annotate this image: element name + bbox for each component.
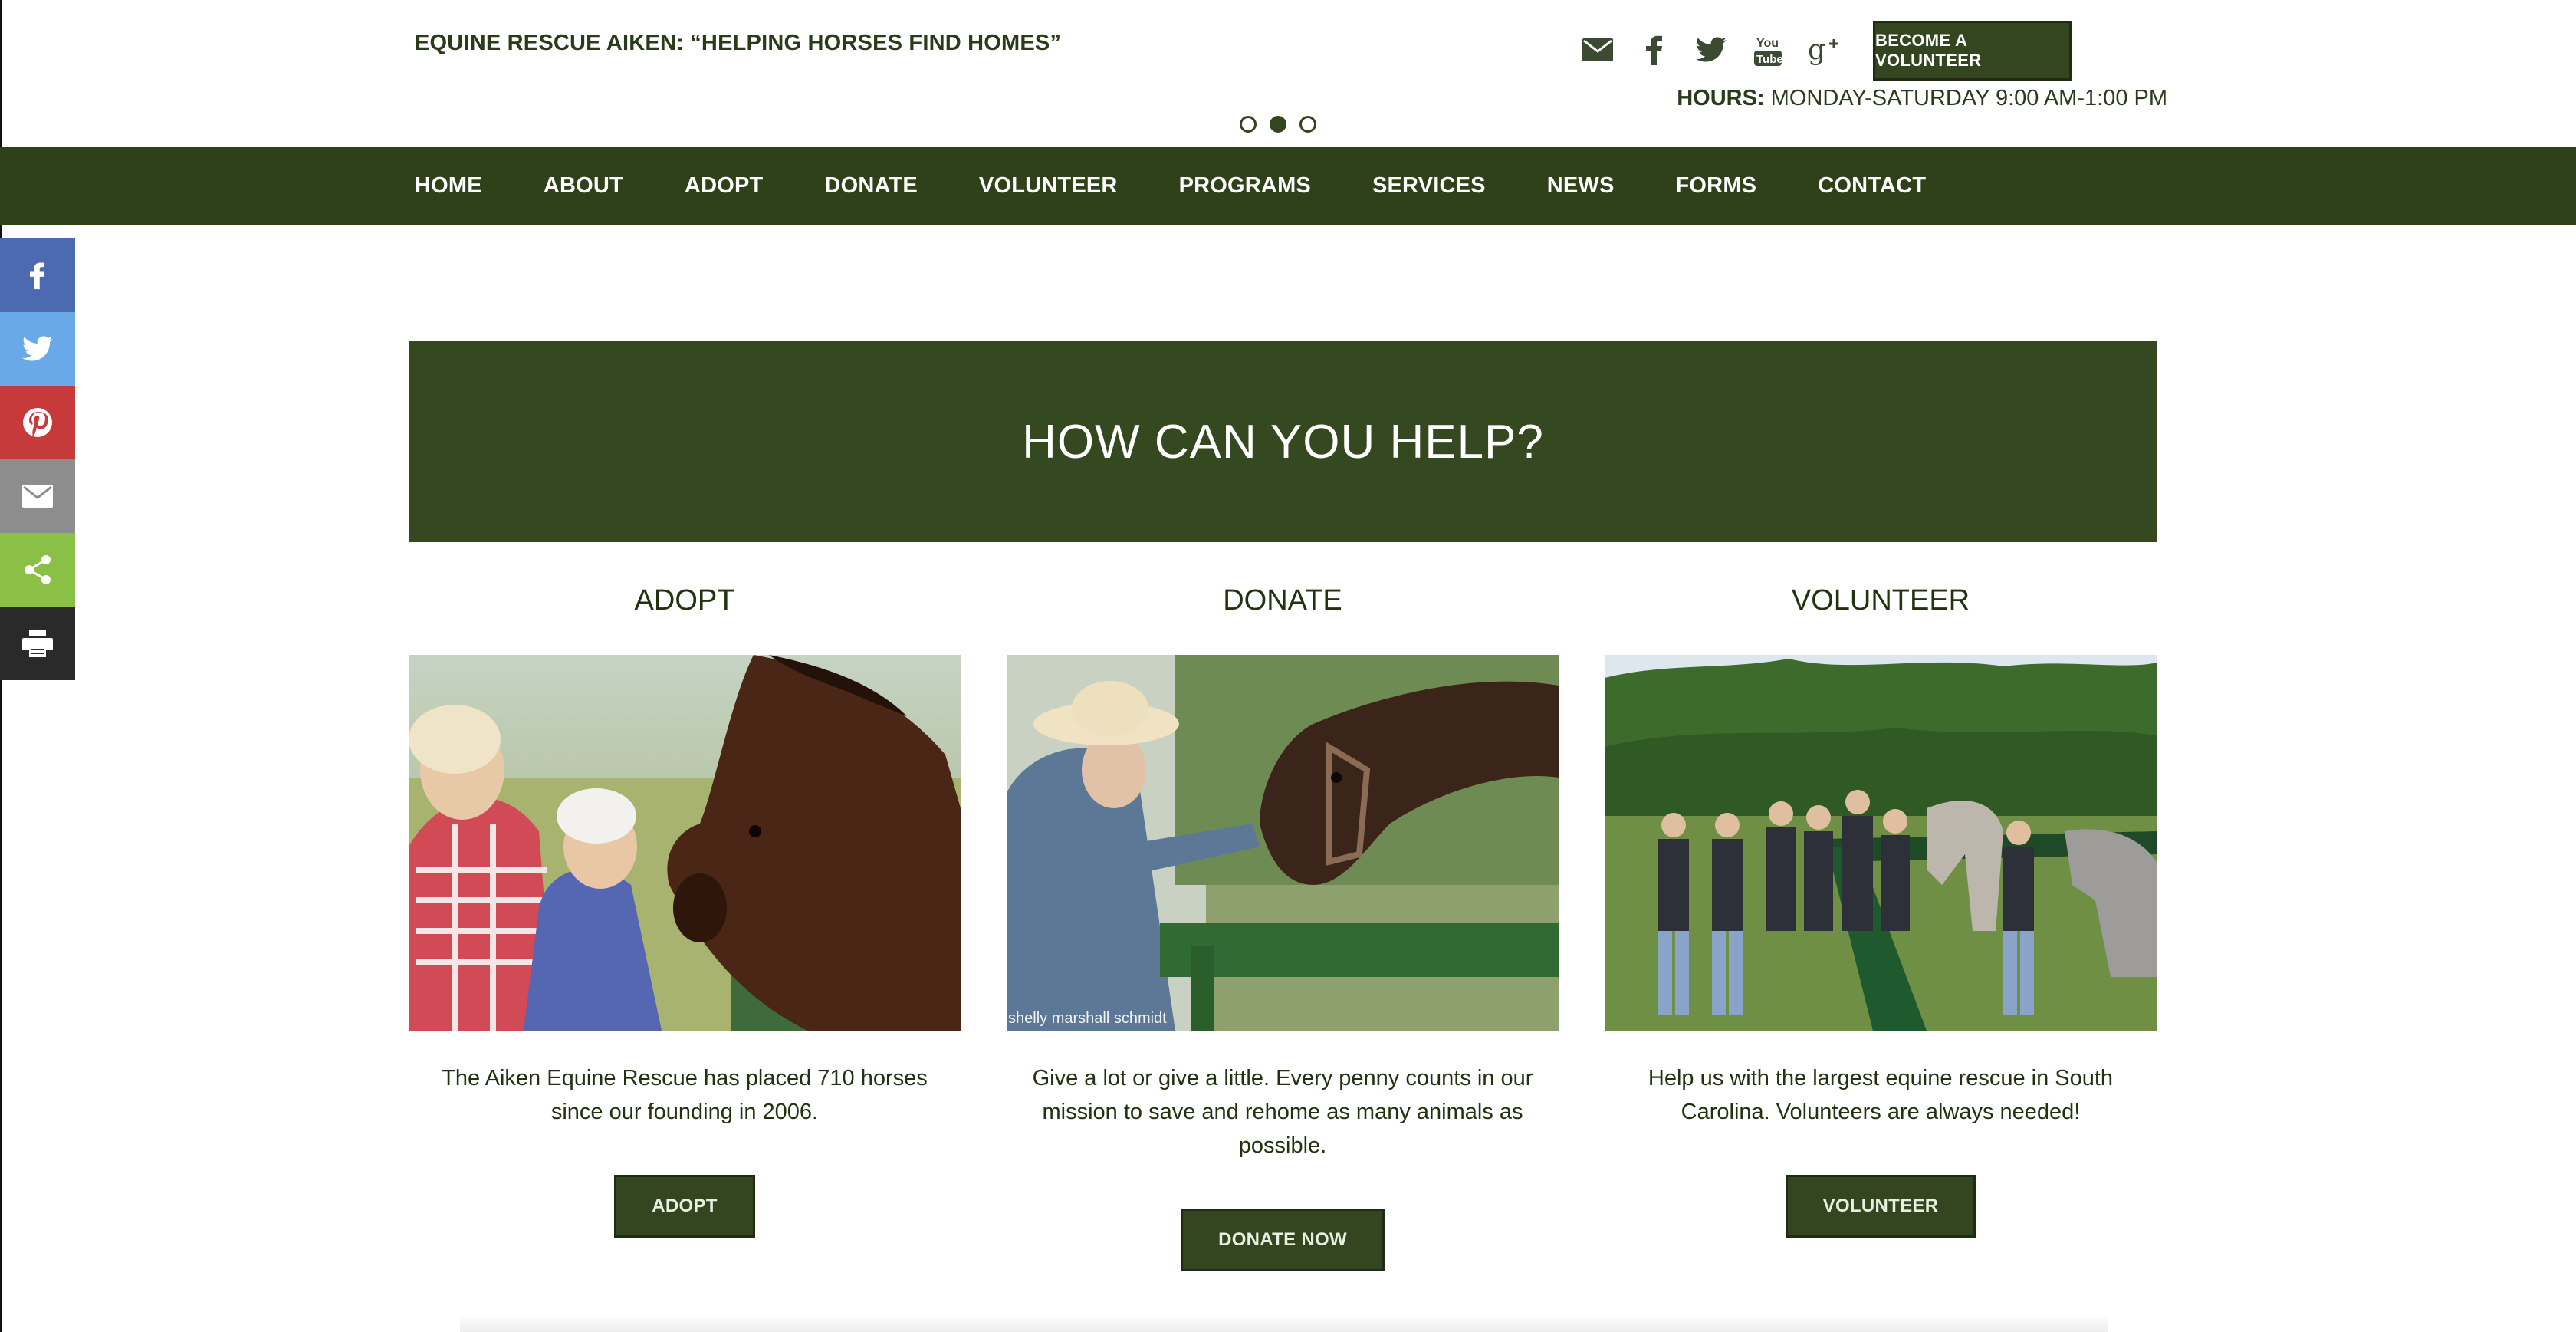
- facebook-icon: [30, 262, 45, 290]
- facebook-icon[interactable]: [1638, 33, 1671, 67]
- google-plus-icon[interactable]: g: [1808, 33, 1842, 67]
- nav-item-donate[interactable]: DONATE: [824, 173, 918, 199]
- header-social-links: You Tube g: [1581, 29, 1842, 71]
- youtube-icon[interactable]: You Tube: [1751, 33, 1785, 67]
- nav-item-forms[interactable]: FORMS: [1676, 173, 1757, 199]
- volunteer-column: VOLUNTEER Help us with the largest equin…: [1605, 575, 2157, 1238]
- nav-item-news[interactable]: NEWS: [1547, 173, 1615, 199]
- nav-item-home[interactable]: HOME: [415, 173, 482, 199]
- nav-item-about[interactable]: ABOUT: [544, 173, 623, 199]
- adopt-photo[interactable]: [409, 655, 961, 1031]
- hours-value: MONDAY-SATURDAY 9:00 AM-1:00 PM: [1770, 86, 2167, 110]
- slider-dot-2[interactable]: [1270, 116, 1286, 133]
- adopt-column: ADOPT The Aiken Equine Rescue has placed…: [409, 575, 961, 1238]
- share-pinterest-button[interactable]: [0, 386, 75, 459]
- share-generic-button[interactable]: [0, 533, 75, 607]
- hours-label: HOURS:: [1677, 86, 1765, 110]
- donate-column: DONATE shelly marshall schmidt Give a lo…: [1007, 575, 1559, 1271]
- volunteer-photo[interactable]: [1605, 655, 2157, 1031]
- hours-text: HOURS: MONDAY-SATURDAY 9:00 AM-1:00 PM: [1677, 86, 2167, 111]
- twitter-icon: [22, 336, 53, 361]
- adopt-text: The Aiken Equine Rescue has placed 710 h…: [442, 1066, 928, 1124]
- site-title[interactable]: EQUINE RESCUE AIKEN: “HELPING HORSES FIN…: [415, 31, 1061, 56]
- share-sidebar: [0, 238, 75, 680]
- banner-title: HOW CAN YOU HELP?: [1022, 415, 1544, 469]
- nav-item-programs[interactable]: PROGRAMS: [1179, 173, 1311, 199]
- volunteer-heading: VOLUNTEER: [1791, 584, 1970, 617]
- twitter-icon[interactable]: [1694, 33, 1728, 67]
- adopt-heading: ADOPT: [634, 584, 735, 617]
- donate-now-button[interactable]: DONATE NOW: [1181, 1209, 1385, 1271]
- email-icon: [22, 485, 53, 508]
- envelope-icon[interactable]: [1581, 33, 1615, 67]
- donate-heading: DONATE: [1223, 584, 1342, 617]
- adopt-button[interactable]: ADOPT: [614, 1175, 755, 1238]
- svg-text:g: g: [1808, 35, 1825, 65]
- volunteer-text: Help us with the largest equine rescue i…: [1648, 1066, 2114, 1124]
- share-facebook-button[interactable]: [0, 238, 75, 312]
- pinterest-icon: [23, 408, 52, 437]
- nav-item-adopt[interactable]: ADOPT: [685, 173, 764, 199]
- share-twitter-button[interactable]: [0, 312, 75, 386]
- volunteer-button[interactable]: VOLUNTEER: [1785, 1175, 1976, 1238]
- nav-item-volunteer[interactable]: VOLUNTEER: [979, 173, 1118, 199]
- svg-text:Tube: Tube: [1756, 53, 1782, 66]
- photo-credit: shelly marshall schmidt: [1008, 1010, 1167, 1027]
- next-section-edge: [460, 1315, 2108, 1332]
- help-banner: HOW CAN YOU HELP?: [409, 341, 2157, 542]
- share-email-button[interactable]: [0, 459, 75, 533]
- nav-item-contact[interactable]: CONTACT: [1818, 173, 1926, 199]
- print-icon: [22, 630, 53, 657]
- svg-text:You: You: [1756, 37, 1779, 50]
- slider-dot-1[interactable]: [1240, 116, 1257, 133]
- donate-photo[interactable]: shelly marshall schmidt: [1007, 655, 1559, 1031]
- become-volunteer-button[interactable]: BECOME A VOLUNTEER: [1873, 21, 2072, 81]
- donate-text: Give a lot or give a little. Every penny…: [1032, 1066, 1533, 1158]
- nav-item-services[interactable]: SERVICES: [1372, 173, 1486, 199]
- share-print-button[interactable]: [0, 607, 75, 680]
- slider-dot-3[interactable]: [1300, 116, 1316, 133]
- share-icon: [25, 555, 51, 584]
- main-nav: HOME ABOUT ADOPT DONATE VOLUNTEER PROGRA…: [0, 147, 2576, 225]
- slider-dots: [1240, 116, 1316, 133]
